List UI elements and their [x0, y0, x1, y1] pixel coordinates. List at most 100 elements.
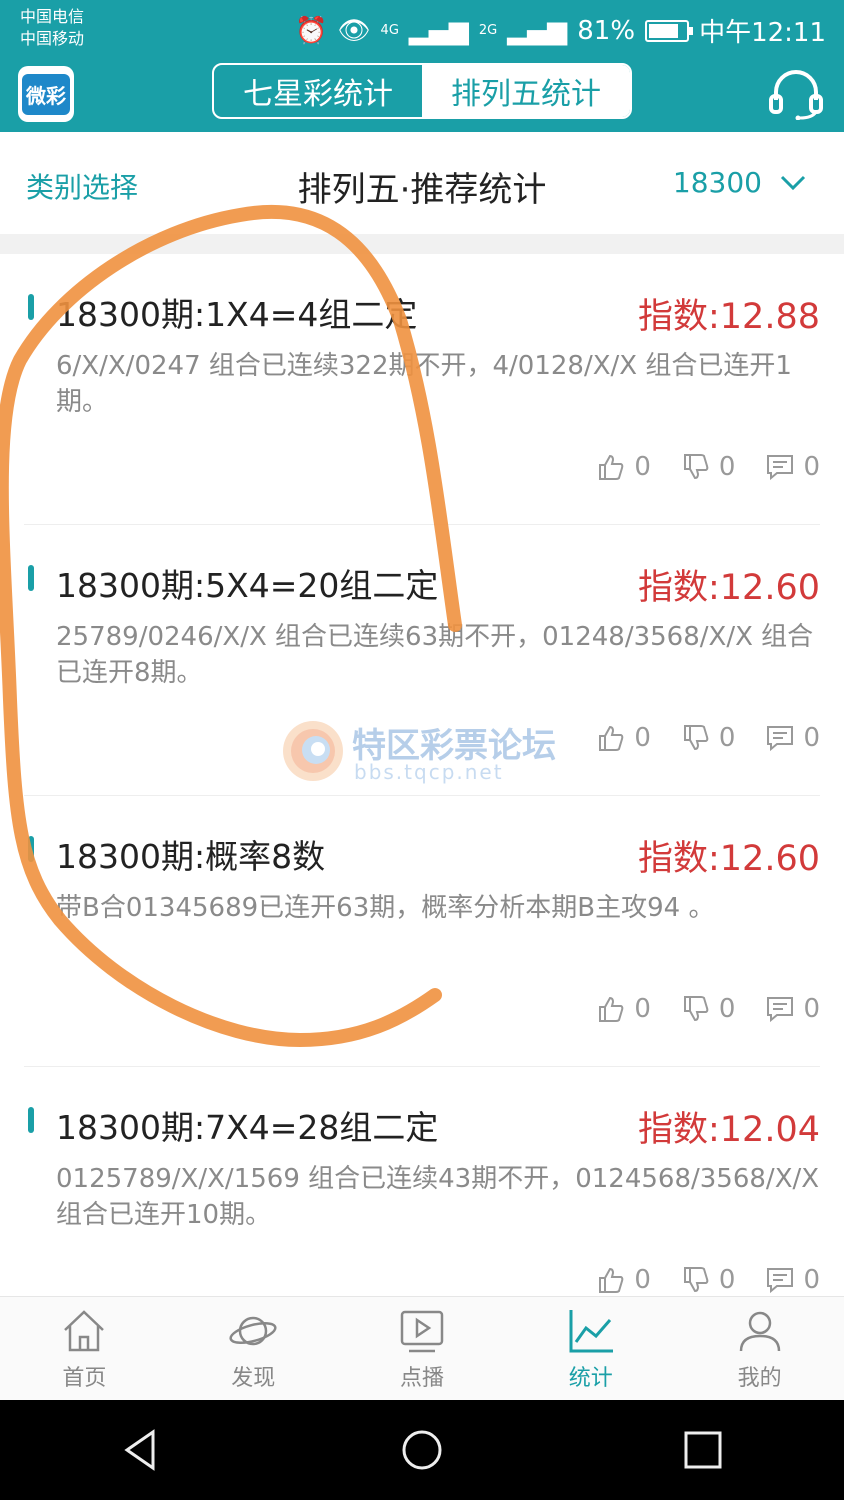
- dislike-count: 0: [718, 723, 736, 753]
- item-index: 指数:12.88: [638, 297, 820, 337]
- tab-qixingcai[interactable]: 七星彩统计: [214, 65, 422, 117]
- back-icon[interactable]: [119, 1428, 163, 1472]
- thumbs-down-icon: [683, 1267, 709, 1293]
- system-nav-bar: [0, 1400, 844, 1500]
- comment-icon: [767, 997, 794, 1023]
- recents-icon[interactable]: [681, 1428, 725, 1472]
- item-actions: 0 0 0: [596, 723, 820, 753]
- tab-vod-label: 点播: [399, 1366, 444, 1391]
- like-button[interactable]: 0: [596, 452, 651, 482]
- eye-icon: 👁: [337, 15, 371, 46]
- like-count: 0: [634, 452, 651, 482]
- battery-icon: [645, 19, 694, 42]
- thumbs-up-icon: [599, 725, 624, 751]
- signal-icon: ▂▄▆: [408, 15, 469, 46]
- thumbs-down-icon: [683, 454, 709, 480]
- dislike-button[interactable]: 0: [681, 452, 736, 482]
- thumbs-up-icon: [599, 1267, 624, 1293]
- watermark-logo-icon: [283, 721, 343, 781]
- carrier-1: 中国电信: [20, 7, 85, 26]
- list-item[interactable]: 18300期:概率8数 指数:12.60 带B合01345689已连开63期，概…: [24, 796, 820, 1067]
- tab-mine[interactable]: 我的: [675, 1297, 844, 1401]
- home-icon: [64, 1310, 105, 1352]
- item-accent-bar: [28, 836, 34, 862]
- recommend-list: 18300期:1X4=4组二定 指数:12.88 6/X/X/0247 组合已连…: [0, 254, 844, 1338]
- sub-header: 类别选择 排列五·推荐统计 18300: [0, 132, 844, 234]
- headset-icon[interactable]: [768, 70, 824, 120]
- item-description: 25789/0246/X/X 组合已连续63期不开，01248/3568/X/X…: [56, 622, 814, 688]
- status-bar: 中国电信 中国移动 ⏰ 👁 4G ▂▄▆ 2G ▂▄▆ 81% 中午12:11: [0, 0, 844, 56]
- tab-discover[interactable]: 发现: [169, 1297, 338, 1401]
- comment-button[interactable]: 0: [765, 994, 820, 1024]
- item-accent-bar: [28, 565, 34, 591]
- item-accent-bar: [28, 1107, 34, 1133]
- tab-home[interactable]: 首页: [0, 1297, 169, 1401]
- tab-stats[interactable]: 统计: [506, 1297, 675, 1401]
- home-circle-icon[interactable]: [400, 1428, 444, 1472]
- status-icons: ⏰ 👁 4G ▂▄▆ 2G ▂▄▆ 81% 中午12:11: [295, 12, 826, 49]
- item-description: 0125789/X/X/1569 组合已连续43期不开，0124568/3568…: [56, 1164, 820, 1230]
- comment-button[interactable]: 0: [765, 1265, 820, 1295]
- network-2g-label: 2G: [478, 23, 498, 38]
- thumbs-down-icon: [683, 996, 709, 1022]
- dislike-count: 0: [718, 994, 736, 1024]
- comment-count: 0: [803, 723, 820, 753]
- carrier-info: 中国电信 中国移动: [20, 6, 84, 50]
- battery-percent: 81%: [577, 15, 636, 46]
- app-logo[interactable]: 微彩: [18, 66, 74, 122]
- item-actions: 0 0 0: [596, 1265, 820, 1295]
- comment-count: 0: [803, 1265, 820, 1295]
- item-title: 18300期:概率8数: [56, 837, 326, 876]
- play-icon: [400, 1310, 444, 1353]
- comment-button[interactable]: 0: [765, 452, 820, 482]
- tab-mine-label: 我的: [737, 1366, 782, 1391]
- item-index: 指数:12.60: [638, 839, 820, 879]
- item-accent-bar: [28, 294, 34, 320]
- comment-icon: [767, 1268, 794, 1294]
- item-description: 带B合01345689已连开63期，概率分析本期B主攻94 。: [56, 893, 715, 923]
- watermark-url: bbs.tqcp.net: [354, 760, 504, 784]
- like-count: 0: [634, 994, 651, 1024]
- user-icon: [739, 1311, 780, 1352]
- item-description: 6/X/X/0247 组合已连续322期不开，4/0128/X/X 组合已连开1…: [56, 351, 792, 417]
- logo-text: 微彩: [22, 73, 70, 115]
- thumbs-down-icon: [683, 725, 709, 751]
- chart-icon: [569, 1310, 613, 1353]
- clock: 中午12:11: [699, 18, 826, 48]
- tab-home-label: 首页: [62, 1366, 107, 1391]
- comment-icon: [767, 726, 794, 752]
- like-count: 0: [634, 723, 651, 753]
- bottom-nav: 首页 发现 点播 统计 我的: [0, 1296, 844, 1401]
- app-header: 微彩 七星彩统计 排列五统计: [0, 56, 844, 132]
- comment-button[interactable]: 0: [765, 723, 820, 753]
- chevron-down-icon: [780, 175, 806, 190]
- like-button[interactable]: 0: [596, 1265, 651, 1295]
- tab-vod[interactable]: 点播: [338, 1297, 507, 1401]
- issue-selector[interactable]: 18300: [673, 166, 806, 199]
- like-button[interactable]: 0: [596, 994, 651, 1024]
- tab-discover-label: 发现: [231, 1366, 276, 1391]
- item-index: 指数:12.04: [638, 1110, 820, 1150]
- dislike-button[interactable]: 0: [681, 994, 736, 1024]
- list-item[interactable]: 18300期:1X4=4组二定 指数:12.88 6/X/X/0247 组合已连…: [24, 254, 820, 525]
- thumbs-up-icon: [599, 996, 624, 1022]
- thumbs-up-icon: [599, 454, 624, 480]
- item-title: 18300期:1X4=4组二定: [56, 295, 418, 334]
- dislike-count: 0: [718, 452, 736, 482]
- forum-watermark: 特区彩票论坛 bbs.tqcp.net: [280, 718, 580, 788]
- like-count: 0: [634, 1265, 651, 1295]
- dislike-button[interactable]: 0: [681, 723, 736, 753]
- item-actions: 0 0 0: [596, 452, 820, 482]
- divider-band: [0, 234, 844, 254]
- carrier-2: 中国移动: [20, 29, 85, 48]
- tab-stats-label: 统计: [568, 1366, 613, 1391]
- network-4g-label: 4G: [380, 23, 399, 38]
- tab-pailiewu[interactable]: 排列五统计: [422, 65, 630, 117]
- dislike-count: 0: [718, 1265, 736, 1295]
- alarm-icon: ⏰: [295, 15, 328, 46]
- item-actions: 0 0 0: [596, 994, 820, 1024]
- planet-icon: [229, 1316, 277, 1346]
- like-button[interactable]: 0: [596, 723, 651, 753]
- issue-number: 18300: [672, 166, 762, 199]
- dislike-button[interactable]: 0: [681, 1265, 736, 1295]
